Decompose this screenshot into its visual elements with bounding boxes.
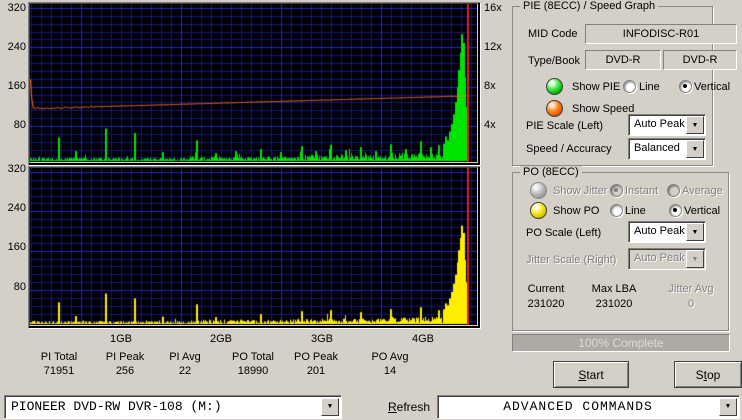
- scan-progress-bar: 100% Complete: [512, 334, 730, 352]
- pie-line-radio[interactable]: [623, 80, 636, 93]
- po-graph-canvas: [29, 167, 478, 326]
- stat-label-po-peak: PO Peak: [293, 351, 339, 363]
- start-button[interactable]: Start: [553, 361, 629, 388]
- pie-graph-panel: [28, 2, 481, 166]
- show-speed-label: Show Speed: [572, 103, 635, 115]
- show-jitter-led-button: [530, 182, 547, 199]
- stat-value-po-peak: 201: [306, 365, 326, 377]
- pie-graph-canvas: [29, 3, 478, 163]
- speed-accuracy-value: Balanced: [634, 142, 680, 154]
- xtick-2gb: 2GB: [209, 333, 232, 345]
- mid-code-field: INFODISC-R01: [585, 24, 737, 44]
- po-scale-label: PO Scale (Left): [526, 227, 602, 239]
- pie-ytick-160: 160: [7, 80, 26, 92]
- max-lba-label: Max LBA: [591, 283, 637, 295]
- app-window: 320 240 160 80 320 240 160 80 16x 12x 8x…: [0, 0, 742, 420]
- jitter-scale-value: Auto Peak: [634, 252, 685, 264]
- speed-ytick-16x: 16x: [484, 2, 502, 14]
- max-lba-value: 231020: [595, 298, 633, 310]
- mid-code-label: MID Code: [528, 28, 578, 40]
- speed-accuracy-select[interactable]: Balanced ▼: [628, 138, 706, 160]
- pie-speed-group-title: PIE (8ECC) / Speed Graph: [520, 0, 659, 12]
- speed-ytick-8x: 8x: [484, 80, 496, 92]
- jitter-scale-label: Jitter Scale (Right): [526, 254, 617, 266]
- jitter-instant-radio: [610, 184, 623, 197]
- po-scale-dropdown-arrow-icon[interactable]: ▼: [686, 223, 704, 241]
- speed-ytick-4x: 4x: [484, 119, 496, 131]
- pie-ytick-320: 320: [7, 2, 26, 14]
- stat-label-pi-avg: PI Avg: [169, 351, 201, 363]
- stat-value-pi-avg: 22: [178, 365, 192, 377]
- po-vertical-label: Vertical: [684, 205, 721, 217]
- pie-ytick-240: 240: [7, 41, 26, 53]
- drive-select[interactable]: PIONEER DVD-RW DVR-108 (M:) ▼: [4, 395, 342, 419]
- pie-vertical-label: Vertical: [694, 81, 731, 93]
- drive-dropdown-arrow-icon[interactable]: ▼: [321, 398, 339, 416]
- refresh-label[interactable]: Refresh: [388, 400, 430, 414]
- stat-value-pi-total: 71951: [43, 365, 75, 377]
- jitter-avg-value: 0: [687, 298, 695, 310]
- jitter-avg-label: Jitter Avg: [668, 283, 714, 295]
- jitter-scale-select: Auto Peak ▼: [628, 248, 706, 270]
- jitter-average-label: Average: [682, 185, 723, 197]
- stat-value-pi-peak: 256: [115, 365, 135, 377]
- stop-button[interactable]: St op: [674, 361, 742, 388]
- po-ytick-240: 240: [7, 202, 26, 214]
- drive-select-value: PIONEER DVD-RW DVR-108 (M:): [11, 399, 222, 414]
- current-label: Current: [527, 283, 565, 295]
- advanced-commands-dropdown-arrow-icon[interactable]: ▼: [719, 398, 737, 416]
- po-group-title: PO (8ECC): [520, 166, 582, 178]
- book-field: DVD-R: [663, 50, 737, 70]
- pie-scale-label: PIE Scale (Left): [526, 120, 604, 132]
- xtick-3gb: 3GB: [310, 333, 333, 345]
- po-line-radio[interactable]: [610, 204, 623, 217]
- jitter-instant-label: Instant: [625, 185, 659, 197]
- speed-ytick-12x: 12x: [484, 41, 502, 53]
- current-value: 231020: [527, 298, 565, 310]
- pie-line-label: Line: [639, 81, 660, 93]
- type-field: DVD-R: [585, 50, 661, 70]
- jitter-scale-dropdown-arrow-icon: ▼: [686, 250, 704, 268]
- stat-label-pi-total: PI Total: [40, 351, 78, 363]
- advanced-commands-select[interactable]: ADVANCED COMMANDS ▼: [437, 395, 740, 419]
- po-line-label: Line: [625, 205, 646, 217]
- type-book-label: Type/Book: [528, 55, 580, 67]
- pie-ytick-80: 80: [13, 119, 26, 131]
- show-po-label: Show PO: [553, 205, 600, 217]
- advanced-commands-value: ADVANCED COMMANDS: [503, 399, 653, 414]
- stat-value-po-total: 18990: [237, 365, 269, 377]
- stat-value-po-avg: 14: [383, 365, 397, 377]
- speed-accuracy-dropdown-arrow-icon[interactable]: ▼: [686, 140, 704, 158]
- show-pie-led-button[interactable]: [546, 78, 563, 95]
- pie-scale-dropdown-arrow-icon[interactable]: ▼: [686, 116, 704, 134]
- xtick-1gb: 1GB: [109, 333, 132, 345]
- po-ytick-160: 160: [7, 241, 26, 253]
- stat-label-po-total: PO Total: [232, 351, 274, 363]
- show-speed-led-button[interactable]: [546, 100, 563, 117]
- show-po-led-button[interactable]: [530, 202, 547, 219]
- po-vertical-radio[interactable]: [669, 204, 682, 217]
- show-pie-label: Show PIE: [572, 81, 621, 93]
- po-graph-panel: [28, 166, 481, 329]
- show-jitter-label: Show Jitter: [553, 185, 608, 197]
- xtick-4gb: 4GB: [411, 333, 434, 345]
- pie-scale-select[interactable]: Auto Peak ▼: [628, 114, 706, 136]
- stat-label-pi-peak: PI Peak: [105, 351, 145, 363]
- po-ytick-320: 320: [7, 163, 26, 175]
- speed-accuracy-label: Speed / Accuracy: [526, 143, 612, 155]
- pie-vertical-radio[interactable]: [679, 80, 692, 93]
- po-scale-select[interactable]: Auto Peak ▼: [628, 221, 706, 243]
- po-scale-value: Auto Peak: [634, 225, 685, 237]
- pie-scale-value: Auto Peak: [634, 118, 685, 130]
- stat-label-po-avg: PO Avg: [371, 351, 409, 363]
- jitter-average-radio: [667, 184, 680, 197]
- po-ytick-80: 80: [13, 281, 26, 293]
